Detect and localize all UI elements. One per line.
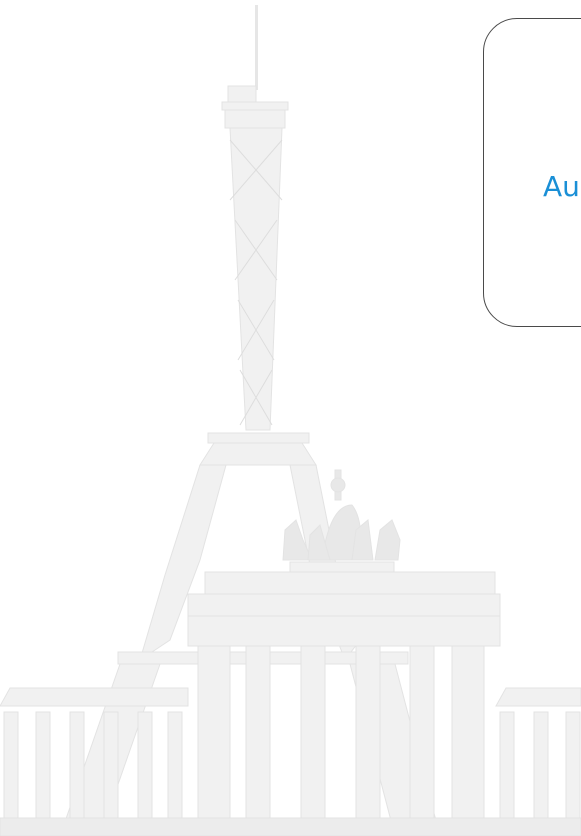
page: Au: [0, 0, 581, 836]
card-label: Au: [543, 170, 580, 203]
language-card[interactable]: Au: [483, 18, 581, 327]
